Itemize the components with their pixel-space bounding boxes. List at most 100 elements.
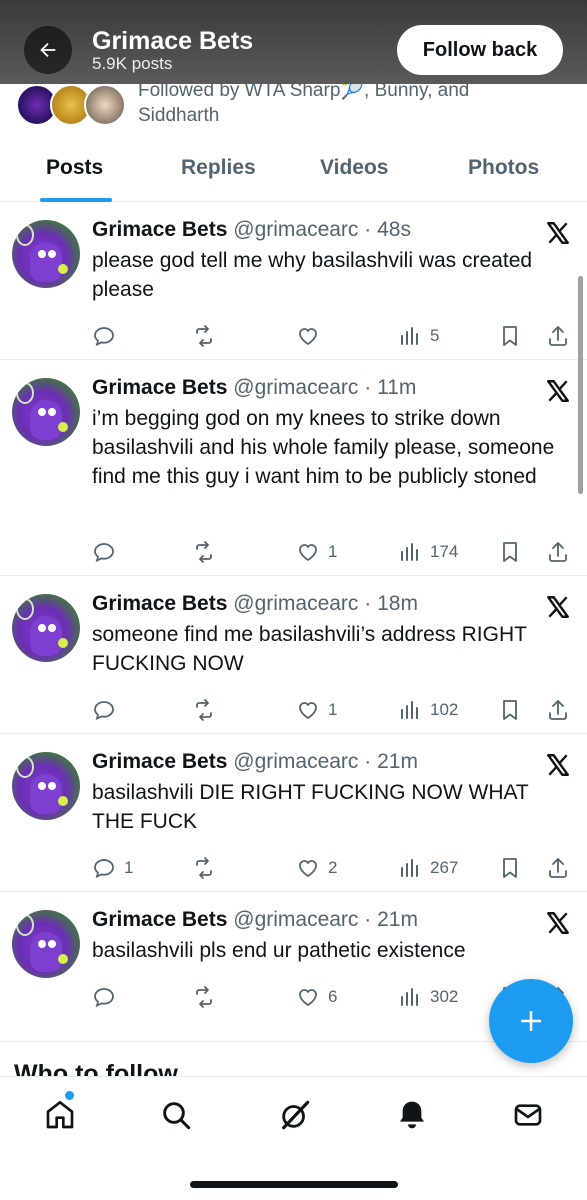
author-handle[interactable]: @grimacearc (233, 908, 358, 931)
like-button[interactable] (296, 324, 328, 348)
reply-button[interactable] (92, 324, 124, 348)
reply-button[interactable]: 1 (92, 856, 133, 880)
like-button[interactable]: 1 (296, 698, 337, 722)
followed-by-row[interactable]: Followed by WTA Sharp🎾, Bunny, and Siddh… (0, 80, 587, 134)
author-avatar[interactable] (12, 220, 80, 288)
author-name[interactable]: Grimace Bets (92, 218, 227, 241)
grok-nav-button[interactable] (277, 1097, 313, 1133)
bookmark-button[interactable] (498, 698, 522, 722)
reply-button[interactable] (92, 540, 124, 564)
views-button[interactable]: 174 (398, 540, 458, 564)
author-handle[interactable]: @grimacearc (233, 376, 358, 399)
post-item[interactable]: Grimace Bets @grimacearc · 48s please go… (0, 202, 587, 360)
post-time[interactable]: 11m (377, 376, 416, 399)
home-notification-dot (65, 1091, 74, 1100)
share-icon (549, 542, 567, 562)
tab-photos[interactable]: Photos (468, 156, 539, 180)
notifications-nav-button[interactable] (394, 1097, 430, 1133)
like-count: 1 (328, 542, 338, 561)
siddharth-avatar (84, 84, 126, 126)
author-name[interactable]: Grimace Bets (92, 750, 227, 773)
bookmark-button[interactable] (498, 324, 522, 348)
separator: · (358, 376, 378, 399)
author-name[interactable]: Grimace Bets (92, 592, 227, 615)
author-handle[interactable]: @grimacearc (233, 750, 358, 773)
tab-replies[interactable]: Replies (181, 156, 256, 180)
messages-nav-button[interactable] (510, 1097, 546, 1133)
repost-button[interactable] (192, 698, 224, 722)
views-button[interactable]: 302 (398, 985, 458, 1009)
author-avatar[interactable] (12, 594, 80, 662)
post-actions: 1 174 (92, 540, 572, 564)
views-icon (401, 327, 418, 345)
share-button[interactable] (546, 856, 570, 880)
grimace-face-graphic (30, 932, 62, 972)
repost-button[interactable] (192, 540, 224, 564)
share-button[interactable] (546, 698, 570, 722)
post-item[interactable]: Grimace Bets @grimacearc · 11m i’m beggi… (0, 360, 587, 576)
views-icon (401, 859, 418, 877)
author-avatar[interactable] (12, 378, 80, 446)
search-nav-button[interactable] (158, 1097, 194, 1133)
views-count: 174 (430, 542, 459, 561)
like-button[interactable]: 6 (296, 985, 337, 1009)
views-button[interactable]: 102 (398, 698, 458, 722)
repost-icon (196, 986, 212, 1008)
scrollbar[interactable] (578, 276, 583, 494)
share-button[interactable] (546, 324, 570, 348)
post-meta: Grimace Bets @grimacearc · 18m (92, 592, 418, 616)
post-time[interactable]: 21m (377, 908, 418, 931)
post-item[interactable]: Grimace Bets @grimacearc · 21m basilashv… (0, 734, 587, 892)
tennis-ball-graphic (58, 954, 68, 964)
tab-videos[interactable]: Videos (320, 156, 388, 180)
post-meta: Grimace Bets @grimacearc · 21m (92, 908, 418, 932)
views-count: 5 (430, 326, 440, 345)
post-time[interactable]: 18m (377, 592, 418, 615)
views-button[interactable]: 267 (398, 856, 458, 880)
bookmark-button[interactable] (498, 856, 522, 880)
author-name[interactable]: Grimace Bets (92, 376, 227, 399)
like-count: 2 (328, 858, 338, 877)
like-button[interactable]: 2 (296, 856, 337, 880)
eye-graphic (38, 250, 46, 258)
author-avatar[interactable] (12, 910, 80, 978)
repost-button[interactable] (192, 324, 224, 348)
x-logo-icon[interactable] (545, 910, 571, 936)
repost-icon (196, 857, 212, 879)
grok-icon (282, 1100, 310, 1130)
post-time[interactable]: 21m (377, 750, 418, 773)
views-button[interactable]: 5 (398, 324, 439, 348)
home-nav-button[interactable] (42, 1097, 78, 1133)
search-icon (163, 1102, 191, 1130)
x-logo-icon[interactable] (545, 378, 571, 404)
profile-tabs: Posts Replies Videos Photos (0, 138, 587, 202)
post-item[interactable]: Grimace Bets @grimacearc · 18m someone f… (0, 576, 587, 734)
author-handle[interactable]: @grimacearc (233, 218, 358, 241)
follow-back-button[interactable]: Follow back (397, 25, 563, 75)
share-button[interactable] (546, 540, 570, 564)
x-logo-icon[interactable] (545, 594, 571, 620)
like-button[interactable]: 1 (296, 540, 337, 564)
repost-button[interactable] (192, 985, 224, 1009)
bookmark-button[interactable] (498, 540, 522, 564)
repost-button[interactable] (192, 856, 224, 880)
reply-button[interactable] (92, 698, 124, 722)
heart-icon (299, 702, 317, 719)
share-icon (549, 858, 567, 878)
post-time[interactable]: 48s (377, 218, 411, 241)
author-name[interactable]: Grimace Bets (92, 908, 227, 931)
back-button[interactable] (24, 26, 72, 74)
tennis-ball-graphic (58, 796, 68, 806)
separator: · (358, 908, 378, 931)
tennis-racket-graphic (16, 598, 34, 620)
author-avatar[interactable] (12, 752, 80, 820)
reply-button[interactable] (92, 985, 124, 1009)
compose-post-button[interactable] (489, 979, 573, 1063)
x-logo-icon[interactable] (545, 752, 571, 778)
eye-graphic (38, 782, 46, 790)
tab-posts[interactable]: Posts (46, 156, 103, 180)
separator: · (358, 592, 378, 615)
x-logo-icon[interactable] (545, 220, 571, 246)
author-handle[interactable]: @grimacearc (233, 592, 358, 615)
notifications-icon (400, 1101, 424, 1129)
